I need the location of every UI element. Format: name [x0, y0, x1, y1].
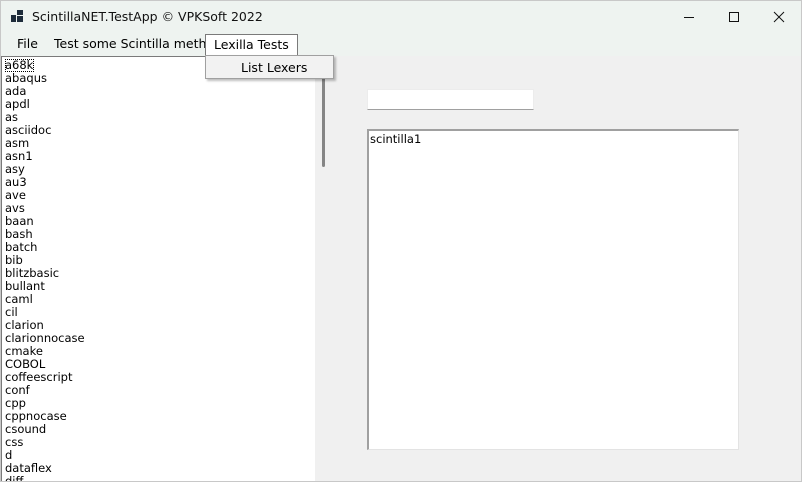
lexer-list-item[interactable]: csound	[5, 423, 315, 436]
app-window-icon	[11, 10, 23, 22]
scintilla-text: scintilla1	[370, 132, 422, 146]
lexer-list-item[interactable]: conf	[5, 384, 315, 397]
lexer-list-item[interactable]: avs	[5, 202, 315, 215]
close-button[interactable]	[756, 1, 801, 32]
lexer-list-item[interactable]: cmake	[5, 345, 315, 358]
window-title: ScintillaNET.TestApp © VPKSoft 2022	[32, 9, 263, 24]
lexer-list-item[interactable]: cil	[5, 306, 315, 319]
lexer-list-item[interactable]: as	[5, 111, 315, 124]
minimize-icon	[684, 16, 694, 18]
title-bar[interactable]: ScintillaNET.TestApp © VPKSoft 2022	[1, 1, 801, 32]
lexilla-dropdown-menu: List Lexers	[205, 55, 334, 79]
menu-bar: File Test some Scintilla method Lexilla …	[1, 32, 801, 56]
lexer-list-item[interactable]: batch	[5, 241, 315, 254]
listbox-scrollbar[interactable]	[315, 57, 332, 481]
lexer-list-item[interactable]: apdl	[5, 98, 315, 111]
lexer-list-item[interactable]: au3	[5, 176, 315, 189]
lexer-list-item[interactable]: caml	[5, 293, 315, 306]
lexer-list-item[interactable]: css	[5, 436, 315, 449]
app-window: ScintillaNET.TestApp © VPKSoft 2022 File…	[0, 0, 802, 482]
lexer-list-item[interactable]: bullant	[5, 280, 315, 293]
lexer-listbox[interactable]: a68k abaqus ada apdl as asciidoc asm asn1 asy au3…	[1, 56, 332, 482]
lexer-list-item[interactable]: dataflex	[5, 462, 315, 475]
maximize-icon	[729, 11, 739, 22]
menu-file[interactable]: File	[9, 34, 46, 55]
close-icon	[773, 11, 785, 22]
menu-lexilla-tests[interactable]: Lexilla Tests	[205, 34, 298, 55]
text-input[interactable]	[367, 89, 534, 110]
lexer-list-item[interactable]: asn1	[5, 150, 315, 163]
lexer-list-item[interactable]: clarionnocase	[5, 332, 315, 345]
menu-test-scintilla-method[interactable]: Test some Scintilla method	[46, 34, 230, 55]
lexer-list-item[interactable]: bash	[5, 228, 315, 241]
lexer-list-item[interactable]: ada	[5, 85, 315, 98]
lexer-list-item[interactable]: baan	[5, 215, 315, 228]
minimize-button[interactable]	[666, 1, 712, 32]
lexer-list-item[interactable]: asy	[5, 163, 315, 176]
lexer-list-item[interactable]: cppnocase	[5, 410, 315, 423]
menu-item-list-lexers[interactable]: List Lexers	[241, 60, 307, 75]
lexer-list: a68k abaqus ada apdl as asciidoc asm asn1 asy au3…	[5, 59, 315, 482]
lexer-list-item[interactable]: diff	[5, 475, 315, 482]
lexer-list-item[interactable]: blitzbasic	[5, 267, 315, 280]
lexer-list-item[interactable]: asm	[5, 137, 315, 150]
lexer-list-item[interactable]: ave	[5, 189, 315, 202]
lexer-list-item[interactable]: asciidoc	[5, 124, 315, 137]
lexer-list-item[interactable]: coffeescript	[5, 371, 315, 384]
maximize-button[interactable]	[711, 1, 757, 32]
scintilla-editor[interactable]: scintilla1	[367, 129, 739, 450]
